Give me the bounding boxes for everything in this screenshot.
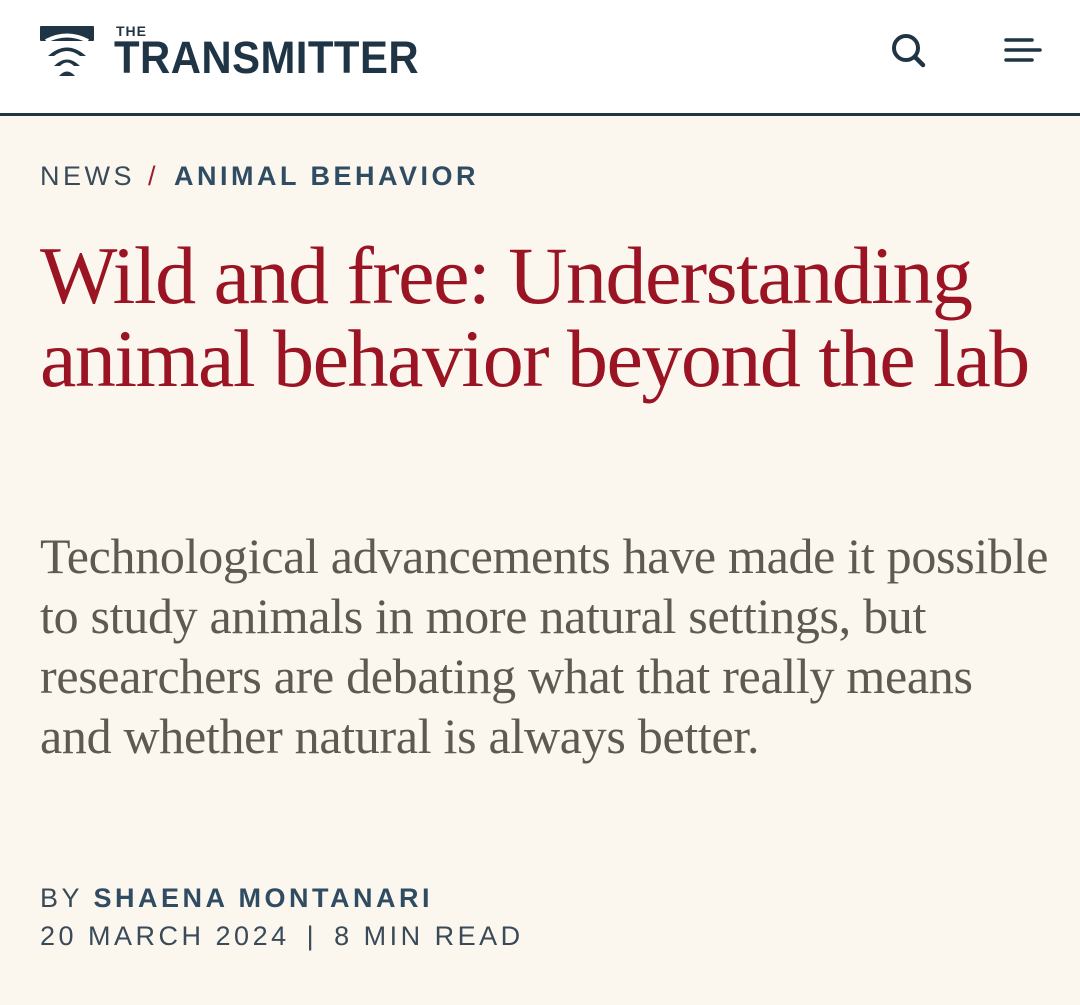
breadcrumb-section-link[interactable]: ANIMAL BEHAVIOR — [174, 161, 479, 191]
broadcast-signal-icon[interactable] — [40, 26, 94, 78]
author-link[interactable]: SHAENA MONTANARI — [94, 883, 434, 913]
logo-wordmark[interactable]: TRANSMITTER — [114, 35, 419, 81]
byline-prefix: BY — [40, 883, 83, 913]
read-time: 8 MIN READ — [334, 921, 524, 951]
byline: BY SHAENA MONTANARI — [40, 880, 433, 916]
article-meta: 20 MARCH 2024 | 8 MIN READ — [40, 918, 524, 954]
site-header: THE TRANSMITTER — [0, 0, 1080, 116]
breadcrumb-separator: / — [148, 161, 160, 191]
article-headline: Wild and free: Understanding animal beha… — [40, 230, 1030, 404]
menu-button[interactable] — [1002, 34, 1044, 66]
hamburger-menu-icon — [1004, 38, 1042, 62]
search-icon — [892, 34, 926, 68]
meta-separator: | — [306, 921, 318, 951]
breadcrumb: NEWS / ANIMAL BEHAVIOR — [40, 158, 479, 194]
publish-date: 20 MARCH 2024 — [40, 921, 290, 951]
search-button[interactable] — [888, 30, 928, 70]
article-dek: Technological advancements have made it … — [40, 528, 1049, 764]
breadcrumb-news-link[interactable]: NEWS — [40, 161, 135, 191]
